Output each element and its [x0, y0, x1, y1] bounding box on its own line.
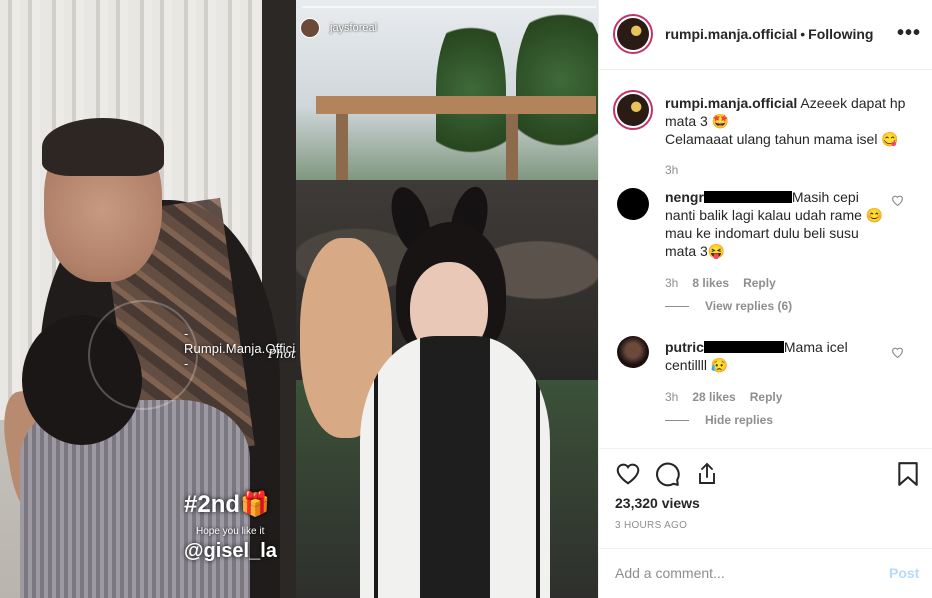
comment-avatar[interactable] — [617, 336, 649, 368]
view-count[interactable]: 23,320 views — [615, 495, 700, 511]
following-button[interactable]: Following — [808, 26, 873, 42]
replies-line — [665, 420, 689, 422]
overlay-tag: @gisel_la — [184, 540, 277, 562]
comment-reply-button[interactable]: Reply — [750, 390, 783, 404]
view-replies-button[interactable]: View replies (6) — [665, 299, 792, 313]
comment-avatar[interactable] — [617, 188, 649, 220]
caption-text-2: Celamaaat ulang tahun mama isel 😋 — [665, 131, 899, 147]
post-sidebar: rumpi.manja.official • Following ••• rumpi… — [598, 0, 932, 598]
man-hair — [42, 118, 164, 176]
like-heart-icon[interactable] — [615, 461, 641, 488]
post-header: rumpi.manja.official • Following ••• — [599, 0, 932, 70]
redaction-bar — [703, 341, 784, 353]
watermark-logo — [88, 300, 198, 410]
comment-composer: Post — [599, 548, 932, 598]
comment-meta: 3h 8 likes Reply — [665, 276, 790, 290]
post-timestamp[interactable]: 3 HOURS AGO — [615, 520, 687, 531]
story-avatar — [300, 18, 320, 38]
comment: putric Mama icel centillll 😥 — [665, 338, 885, 374]
redaction-bar — [703, 191, 792, 203]
comment-username[interactable]: nengr — [665, 189, 704, 205]
profile-avatar[interactable] — [613, 14, 653, 54]
caption: rumpi.manja.official Azeeek dapat hp mat… — [665, 94, 915, 148]
caption-avatar[interactable] — [613, 90, 653, 130]
photogrid-mark: PhotoGrid — [268, 347, 296, 361]
photo-left-panel: - Rumpi.Manja.Official - PhotoGrid #2nd🎁… — [0, 0, 296, 598]
header-username[interactable]: rumpi.manja.official — [665, 26, 797, 42]
comment-reply-button[interactable]: Reply — [743, 276, 776, 290]
palm-tree — [516, 0, 598, 160]
share-icon[interactable] — [695, 461, 719, 490]
comment: nengr Masih cepi nanti balik lagi kalau u… — [665, 188, 885, 260]
story-username: jaysforeal — [330, 22, 378, 34]
hide-replies-button[interactable]: Hide replies — [665, 413, 773, 427]
comment-likes[interactable]: 28 likes — [692, 390, 735, 404]
comment-like-heart-icon[interactable] — [891, 194, 904, 209]
view-replies-label: View replies (6) — [705, 299, 793, 313]
bookmark-icon[interactable] — [897, 461, 919, 490]
post-media[interactable]: - Rumpi.Manja.Official - PhotoGrid #2nd🎁… — [0, 0, 598, 598]
header-username-row: rumpi.manja.official • Following — [665, 26, 873, 42]
more-options-icon[interactable]: ••• — [897, 22, 921, 45]
overlay-title: #2nd🎁 — [184, 491, 270, 518]
post-comment-button[interactable]: Post — [889, 565, 919, 581]
comments-section[interactable]: rumpi.manja.official Azeeek dapat hp mat… — [599, 70, 932, 448]
photo-right-panel — [296, 0, 598, 598]
overlay-subtitle: Hope you like it — [196, 526, 265, 537]
comment-time[interactable]: 3h — [665, 390, 678, 404]
palm-tree — [436, 10, 506, 170]
story-progress-bar — [302, 6, 596, 8]
comment-time[interactable]: 3h — [665, 276, 678, 290]
comment-likes[interactable]: 8 likes — [692, 276, 729, 290]
header-separator: • — [800, 26, 806, 42]
replies-line — [665, 306, 689, 308]
hide-replies-label: Hide replies — [705, 413, 774, 427]
comment-input[interactable] — [615, 563, 865, 583]
comment-like-heart-icon[interactable] — [891, 346, 904, 361]
comment-meta: 3h 28 likes Reply — [665, 390, 796, 404]
action-bar: 23,320 views 3 HOURS AGO — [599, 448, 932, 548]
caption-username[interactable]: rumpi.manja.official — [665, 95, 797, 111]
caption-time[interactable]: 3h — [665, 163, 678, 177]
pergola — [316, 96, 596, 114]
comment-bubble-icon[interactable] — [655, 461, 681, 490]
comment-username[interactable]: putric — [665, 339, 704, 355]
girl-jacket — [360, 336, 550, 598]
